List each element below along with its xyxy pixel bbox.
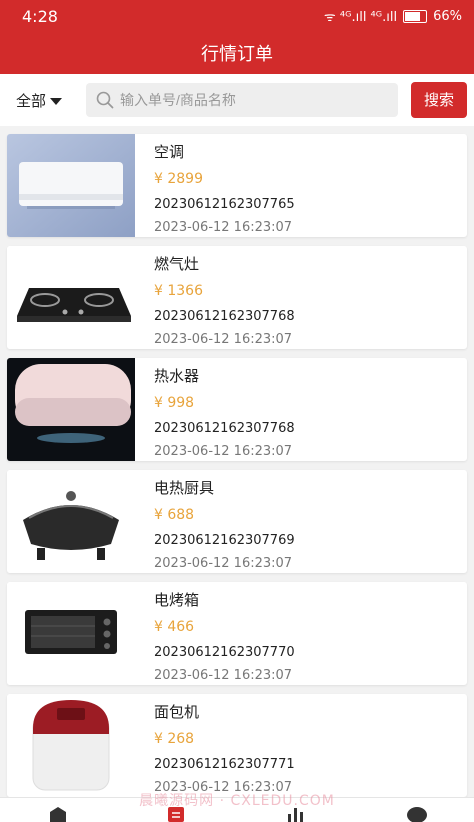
order-number: 20230612162307771 <box>154 757 295 772</box>
order-date: 2023-06-12 16:23:07 <box>154 668 293 683</box>
product-image-air-conditioner <box>7 134 135 237</box>
order-number: 20230612162307768 <box>154 309 295 324</box>
product-price: ¥ 268 <box>154 731 195 747</box>
product-name: 电烤箱 <box>154 591 200 609</box>
product-image-water-heater <box>7 358 135 461</box>
status-bar: 4:28 ᯤ ⁴ᴳ.ıll ⁴ᴳ.ıll 66% <box>0 0 474 32</box>
order-info: 电烤箱 ¥ 466 20230612162307770 2023-06-12 1… <box>154 588 295 685</box>
status-time: 4:28 <box>22 7 58 26</box>
status-filter-label: 全部 <box>16 92 47 110</box>
status-indicators: ᯤ ⁴ᴳ.ıll ⁴ᴳ.ıll 66% <box>323 7 462 26</box>
product-price: ¥ 998 <box>154 395 195 411</box>
order-card[interactable]: 热水器 ¥ 998 20230612162307768 2023-06-12 1… <box>7 358 467 461</box>
order-card[interactable]: 面包机 ¥ 268 20230612162307771 2023-06-12 1… <box>7 694 467 797</box>
product-image-gas-stove <box>7 246 135 349</box>
page-title: 行情订单 <box>201 44 273 65</box>
watermark-text: 晨曦源码网 · CXLEDU.COM <box>139 793 335 809</box>
product-image-oven <box>7 582 135 685</box>
order-date: 2023-06-12 16:23:07 <box>154 332 293 347</box>
battery-icon <box>403 9 428 23</box>
order-date: 2023-06-12 16:23:07 <box>154 220 293 235</box>
battery-level: 66% <box>433 8 462 24</box>
order-number: 20230612162307770 <box>154 645 295 660</box>
product-price: ¥ 1366 <box>154 283 203 299</box>
order-number: 20230612162307769 <box>154 533 295 548</box>
order-date: 2023-06-12 16:23:07 <box>154 556 293 571</box>
product-image-electric-cooker <box>7 470 135 573</box>
search-button[interactable]: 搜索 <box>411 82 467 118</box>
order-list: 空调 ¥ 2899 20230612162307765 2023-06-12 1… <box>7 134 467 806</box>
product-name: 面包机 <box>154 703 200 721</box>
search-icon <box>96 91 114 109</box>
product-price: ¥ 688 <box>154 507 195 523</box>
filter-bar: 全部 搜索 <box>0 74 474 126</box>
order-card[interactable]: 电热厨具 ¥ 688 20230612162307769 2023-06-12 … <box>7 470 467 573</box>
network-signal-icon: ᯤ ⁴ᴳ.ıll ⁴ᴳ.ıll <box>323 10 398 25</box>
order-info: 电热厨具 ¥ 688 20230612162307769 2023-06-12 … <box>154 476 295 573</box>
order-date: 2023-06-12 16:23:07 <box>154 444 293 459</box>
product-price: ¥ 466 <box>154 619 195 635</box>
order-info: 热水器 ¥ 998 20230612162307768 2023-06-12 1… <box>154 364 295 461</box>
order-info: 燃气灶 ¥ 1366 20230612162307768 2023-06-12 … <box>154 252 295 349</box>
product-name: 热水器 <box>154 367 200 385</box>
status-filter-dropdown[interactable]: 全部 <box>16 90 63 111</box>
app-header: 4:28 ᯤ ⁴ᴳ.ıll ⁴ᴳ.ıll 66% 行情订单 <box>0 0 474 74</box>
order-card[interactable]: 燃气灶 ¥ 1366 20230612162307768 2023-06-12 … <box>7 246 467 349</box>
product-name: 空调 <box>154 143 185 161</box>
caret-down-icon <box>50 98 63 105</box>
order-info: 空调 ¥ 2899 20230612162307765 2023-06-12 1… <box>154 140 295 237</box>
order-number: 20230612162307765 <box>154 197 295 212</box>
order-number: 20230612162307768 <box>154 421 295 436</box>
order-card[interactable]: 空调 ¥ 2899 20230612162307765 2023-06-12 1… <box>7 134 467 237</box>
product-price: ¥ 2899 <box>154 171 203 187</box>
order-info: 面包机 ¥ 268 20230612162307771 2023-06-12 1… <box>154 700 295 797</box>
product-name: 电热厨具 <box>154 479 215 497</box>
product-name: 燃气灶 <box>154 255 200 273</box>
search-box[interactable] <box>86 83 398 117</box>
product-image-bread-maker <box>7 694 135 797</box>
order-card[interactable]: 电烤箱 ¥ 466 20230612162307770 2023-06-12 1… <box>7 582 467 685</box>
search-input[interactable] <box>120 83 390 117</box>
